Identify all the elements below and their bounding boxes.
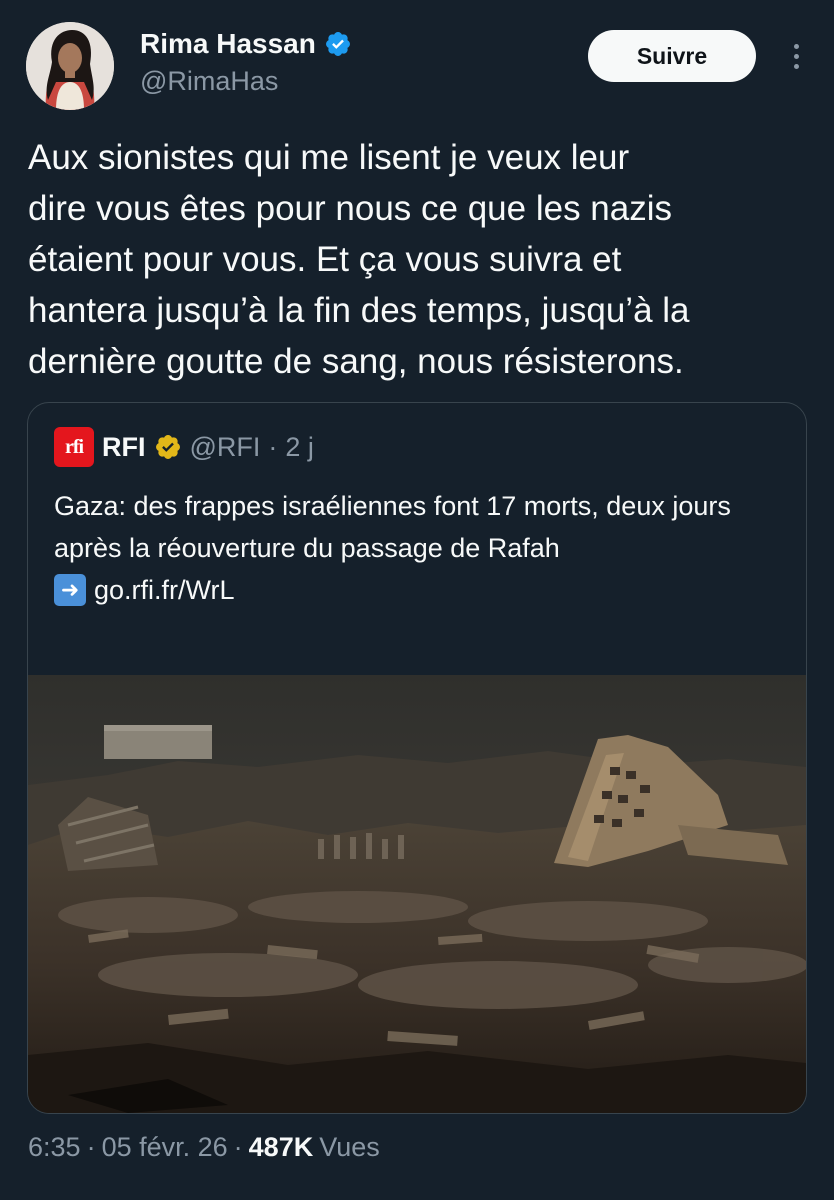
meta-separator: · [86,1132,96,1162]
follow-button[interactable]: Suivre [588,30,756,82]
views-count[interactable]: 487K [249,1132,314,1163]
tweet-time[interactable]: 6:35 [28,1132,81,1163]
more-vertical-icon[interactable] [784,36,808,76]
tweet-detail: Rima Hassan @RimaHas Suivre Aux sioniste… [0,0,834,1200]
right-arrow-emoji-icon: ➜ [54,574,86,606]
tweet-date[interactable]: 05 févr. 26 [102,1132,228,1163]
author-names: Rima Hassan @RimaHas [140,28,352,97]
tweet-header: Rima Hassan @RimaHas Suivre [26,22,808,112]
quote-separator: · [268,431,278,462]
quote-handle[interactable]: @RFI [190,432,261,463]
quote-photo[interactable] [28,675,806,1113]
author-display-name[interactable]: Rima Hassan [140,28,316,60]
quoted-tweet[interactable]: rfi RFI @RFI · 2 j Gaza: des frappes isr… [27,402,807,1114]
quote-display-name[interactable]: RFI [102,432,146,463]
gold-verified-badge-icon [155,435,180,459]
quote-timestamp[interactable]: 2 j [285,432,314,463]
views-label: Vues [319,1132,380,1162]
quote-body: Gaza: des frappes israéliennes font 17 m… [54,485,774,611]
author-handle[interactable]: @RimaHas [140,66,352,97]
rfi-logo-avatar[interactable]: rfi [54,427,94,467]
quote-text: Gaza: des frappes israéliennes font 17 m… [54,491,731,563]
avatar-image [26,22,114,110]
more-dot [793,53,799,59]
quote-link[interactable]: go.rfi.fr/WrL [94,569,235,611]
meta-separator: · [233,1132,243,1162]
quote-header: rfi RFI @RFI · 2 j [54,427,314,467]
verified-badge-icon[interactable] [324,30,352,58]
photo-icon [28,675,806,1113]
avatar[interactable] [26,22,114,110]
tweet-meta: 6:35 · 05 févr. 26 · 487K Vues [28,1132,380,1163]
more-dot [793,63,799,69]
more-dot [793,43,799,49]
tweet-text: Aux sionistes qui me lisent je veux leur… [28,138,690,381]
quote-link-row: ➜ go.rfi.fr/WrL [54,569,774,611]
display-name-row: Rima Hassan [140,28,352,60]
